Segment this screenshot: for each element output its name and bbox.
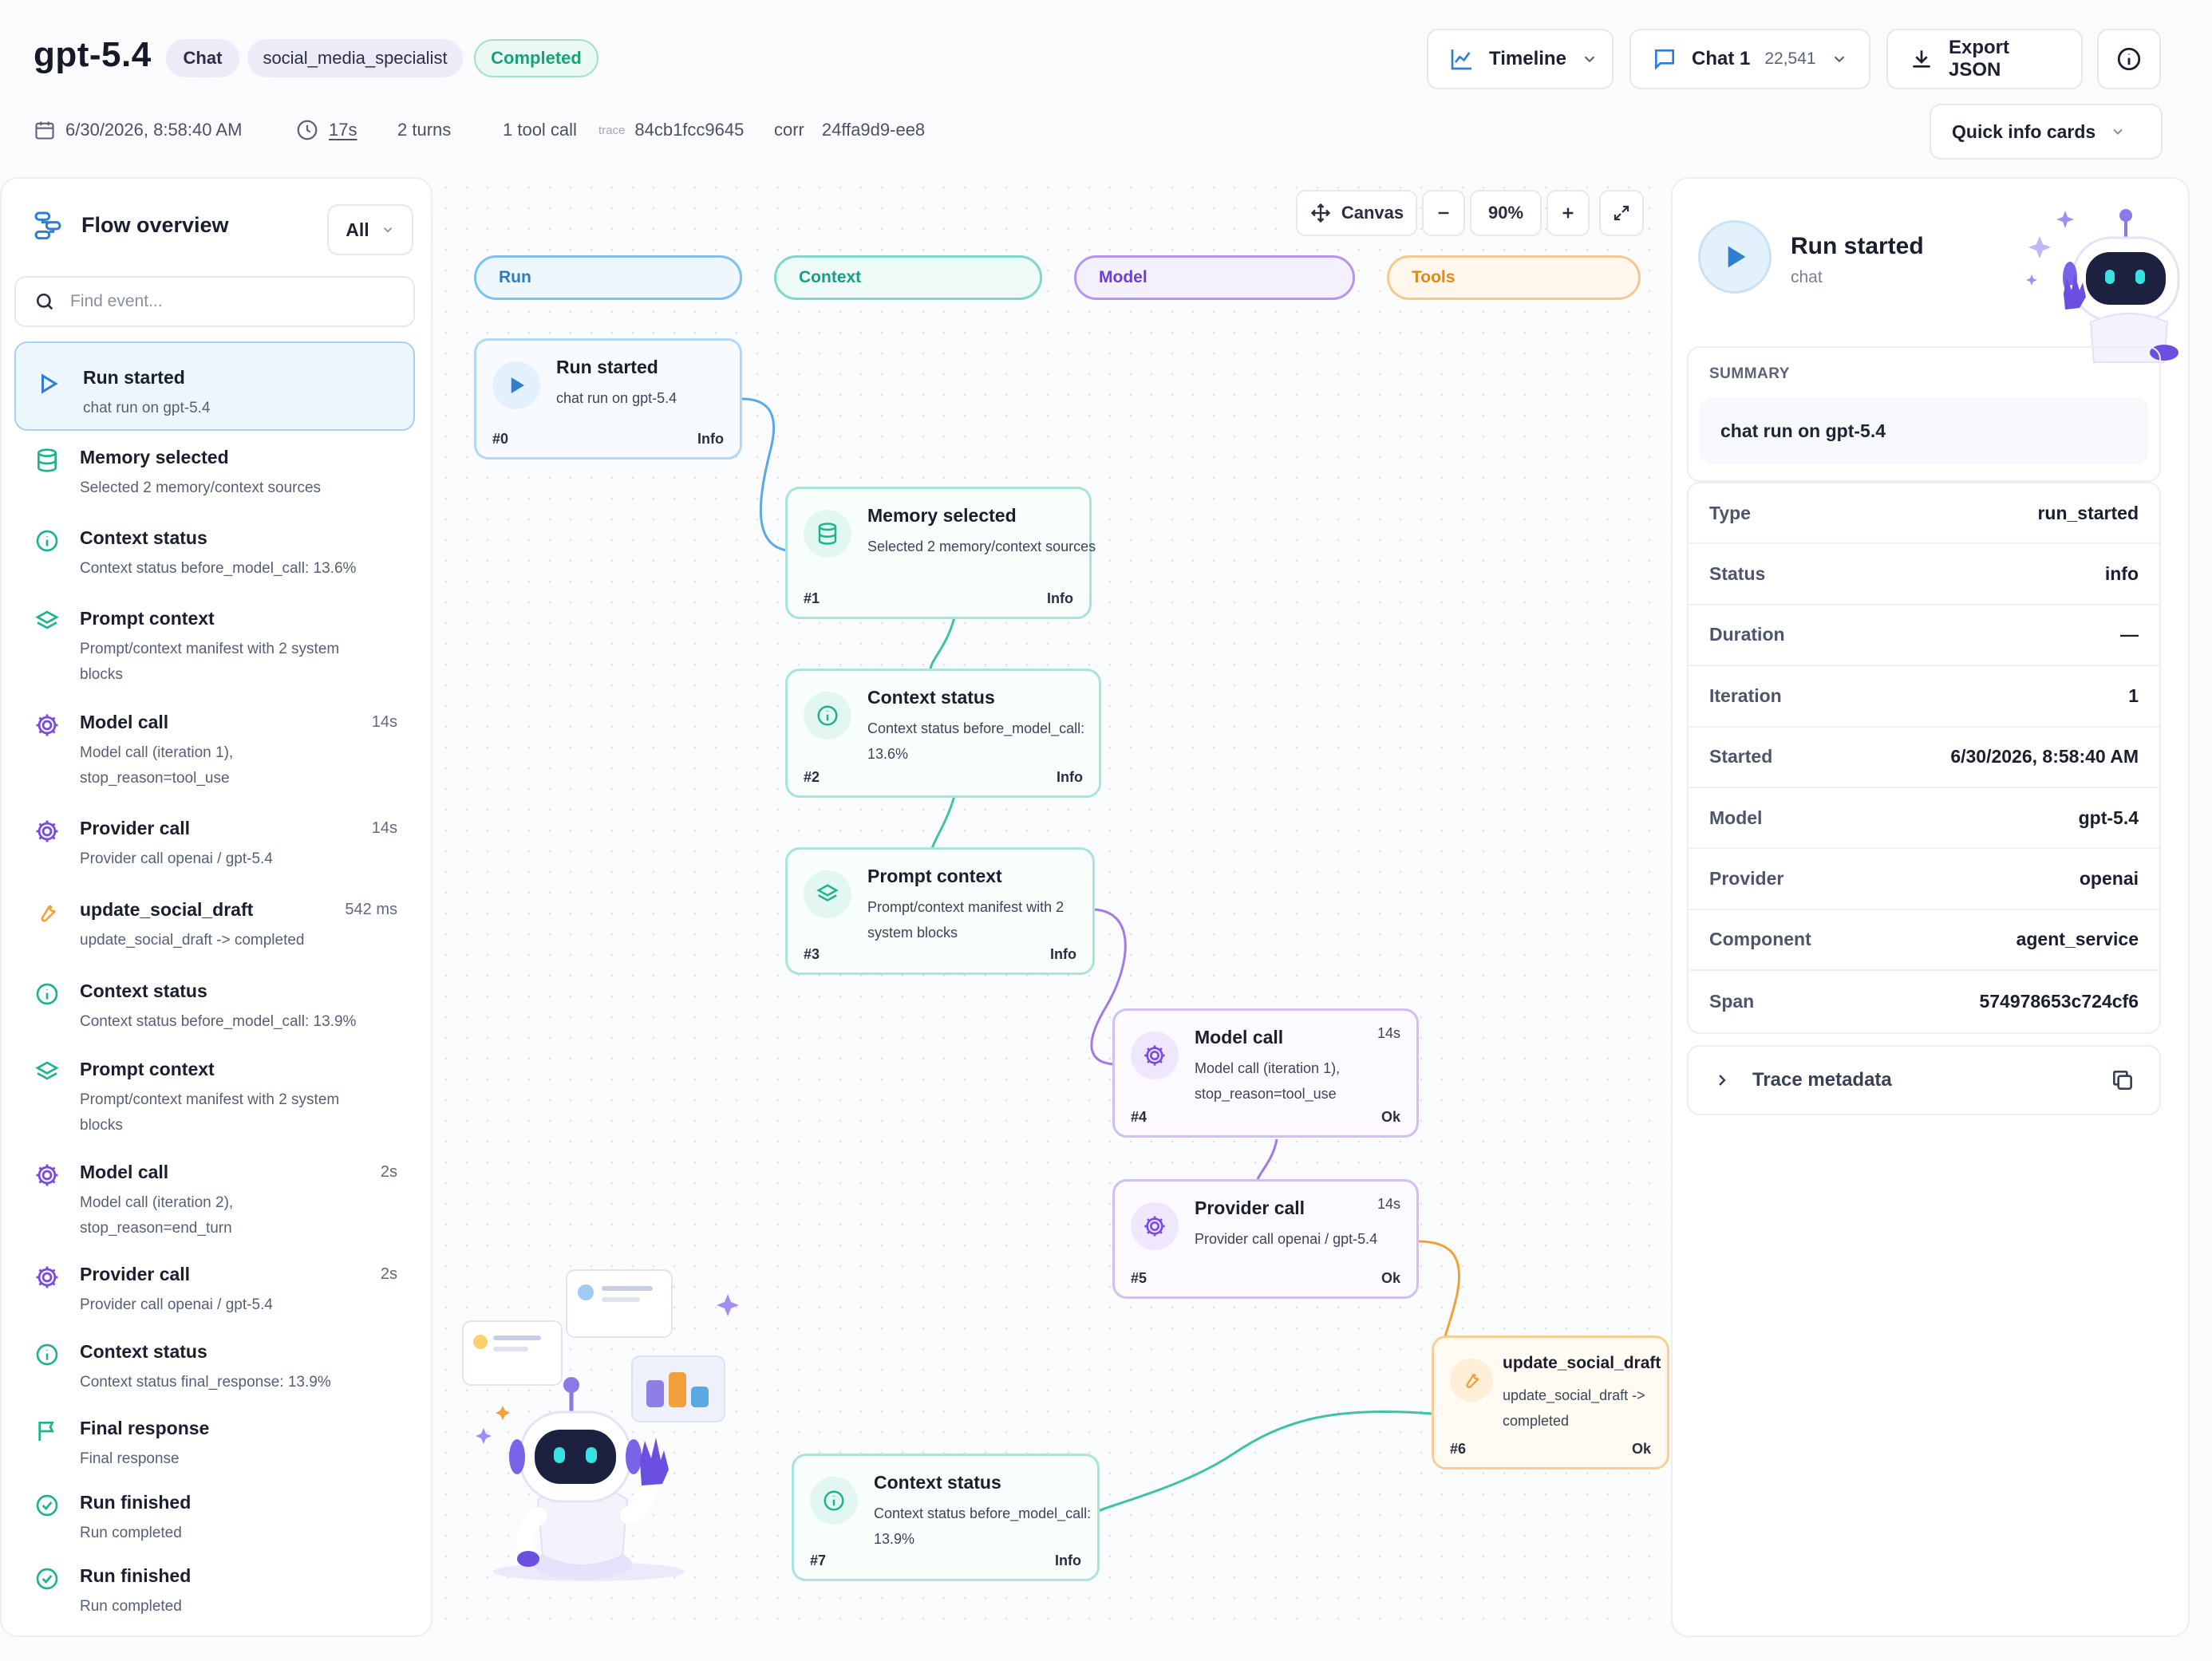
timeline-button[interactable]: Timeline [1427,29,1614,89]
status-badge: Completed [474,39,598,77]
field-row-started: Started 6/30/2026, 8:58:40 AM [1689,728,2159,788]
info-icon [810,1477,858,1525]
layers-icon [804,870,851,918]
flow-node-model-call[interactable]: Model call 14s Model call (iteration 1),… [1112,1008,1419,1138]
model-gear-icon [1131,1032,1179,1079]
meta-tool-calls: 1 tool call [503,120,577,140]
database-icon [34,447,61,474]
play-icon [35,370,62,397]
agent-badge: social_media_specialist [247,39,463,77]
connector-4-5 [1256,1138,1278,1180]
export-json-button[interactable]: Export JSON [1886,29,2083,89]
summary-label: SUMMARY [1709,365,1790,382]
field-row-duration: Duration — [1689,606,2159,667]
flow-node-context-status-2[interactable]: Context status Context status before_mod… [792,1454,1100,1581]
details-fields-table: Type run_started Status info Duration — Ite… [1687,482,2161,1034]
clock-icon [295,118,319,142]
chevron-down-icon [2110,124,2126,140]
info-icon [804,692,851,740]
chevron-down-icon [1831,50,1848,68]
chevron-down-icon [1581,50,1598,68]
info-icon [2115,45,2143,73]
flow-node-prompt-context[interactable]: Prompt context Prompt/context manifest w… [785,847,1095,975]
flow-overview-header: Flow overview [32,209,229,241]
chevron-right-icon [1712,1071,1732,1090]
play-icon [492,361,540,409]
quick-info-cards-button[interactable]: Quick info cards [1930,104,2163,160]
chat-badge: Chat [166,39,239,77]
info-icon [34,1341,61,1368]
chevron-down-icon [381,223,395,237]
run-started-play-icon [1698,220,1772,294]
sparkle-icon [2028,236,2051,258]
sparkle-icon [2056,211,2074,228]
chart-line-icon [1449,46,1475,72]
meta-corr: corr 24ffa9d9-ee8 [774,120,926,140]
wrench-icon [34,899,61,926]
summary-text: chat run on gpt-5.4 [1700,397,2148,464]
connector-1-2 [929,617,956,671]
meta-trace: trace 84cb1fcc9645 [598,120,745,140]
layers-icon [34,608,61,635]
connector-6-7 [1097,1410,1432,1513]
sparkle-icon [717,1294,739,1316]
calendar-icon [34,119,56,141]
robot-avatar-illustration [2026,209,2180,363]
flow-node-memory-selected[interactable]: Memory selected Selected 2 memory/contex… [785,487,1096,619]
meta-date: 6/30/2026, 8:58:40 AM [34,116,242,144]
field-row-component: Component agent_service [1689,910,2159,972]
details-title: Run started [1791,233,1924,259]
robot-icon [2063,209,2180,363]
meta-duration[interactable]: 17s [295,116,357,144]
field-row-type: Type run_started [1689,483,2159,545]
flow-node-run-started[interactable]: Run started chat run on gpt-5.4 #0 Info [474,338,742,460]
robot-illustration [462,1269,739,1581]
wrench-icon [1450,1359,1493,1402]
floating-card-icon [462,1269,725,1422]
info-icon [34,980,61,1008]
field-row-span: Span 574978653c724cf6 [1709,990,2139,1012]
chat-select-button[interactable]: Chat 1 22,541 [1629,29,1870,89]
flag-icon [34,1418,61,1445]
sparkle-icon [496,1406,510,1420]
download-icon [1909,46,1934,72]
flow-node-context-status[interactable]: Context status Context status before_mod… [785,669,1101,798]
model-gear-icon [34,712,61,739]
connector-0-1 [741,397,788,552]
copy-icon[interactable] [2110,1067,2135,1093]
field-row-model: Model gpt-5.4 [1689,788,2159,850]
meta-turns: 2 turns [397,120,452,140]
check-circle-icon [34,1565,61,1592]
chat-bubble-icon [1652,46,1677,72]
flow-node-provider-call[interactable]: Provider call 14s Provider call openai /… [1112,1179,1419,1299]
field-row-provider: Provider openai [1689,849,2159,910]
provider-gear-icon [1131,1202,1179,1250]
info-icon [34,527,61,554]
connector-2-3 [930,795,956,850]
field-row-iteration: Iteration 1 [1689,666,2159,728]
search-icon [34,290,56,313]
event-item-run-started[interactable]: Run started chat run on gpt-5.4 [14,341,415,431]
layers-icon [34,1059,61,1086]
page-title: gpt-5.4 [34,35,152,74]
sparkle-icon [476,1428,492,1444]
flow-icon [32,209,64,241]
check-circle-icon [34,1492,61,1519]
flow-node-update-social-draft[interactable]: update_social_draft update_social_draft … [1432,1336,1669,1470]
provider-gear-icon [34,818,61,845]
event-search-input[interactable]: Find event... [14,276,415,327]
trace-metadata-toggle[interactable]: Trace metadata [1687,1045,2161,1115]
info-button[interactable] [2097,29,2161,89]
database-icon [804,510,851,558]
event-filter-select[interactable]: All [327,204,413,255]
field-row-status: Status info [1689,544,2159,606]
details-subtitle: chat [1791,268,1823,286]
sparkle-icon [2026,274,2037,286]
model-gear-icon [34,1162,61,1189]
flow-overview-title: Flow overview [81,212,229,237]
provider-gear-icon [34,1264,61,1291]
